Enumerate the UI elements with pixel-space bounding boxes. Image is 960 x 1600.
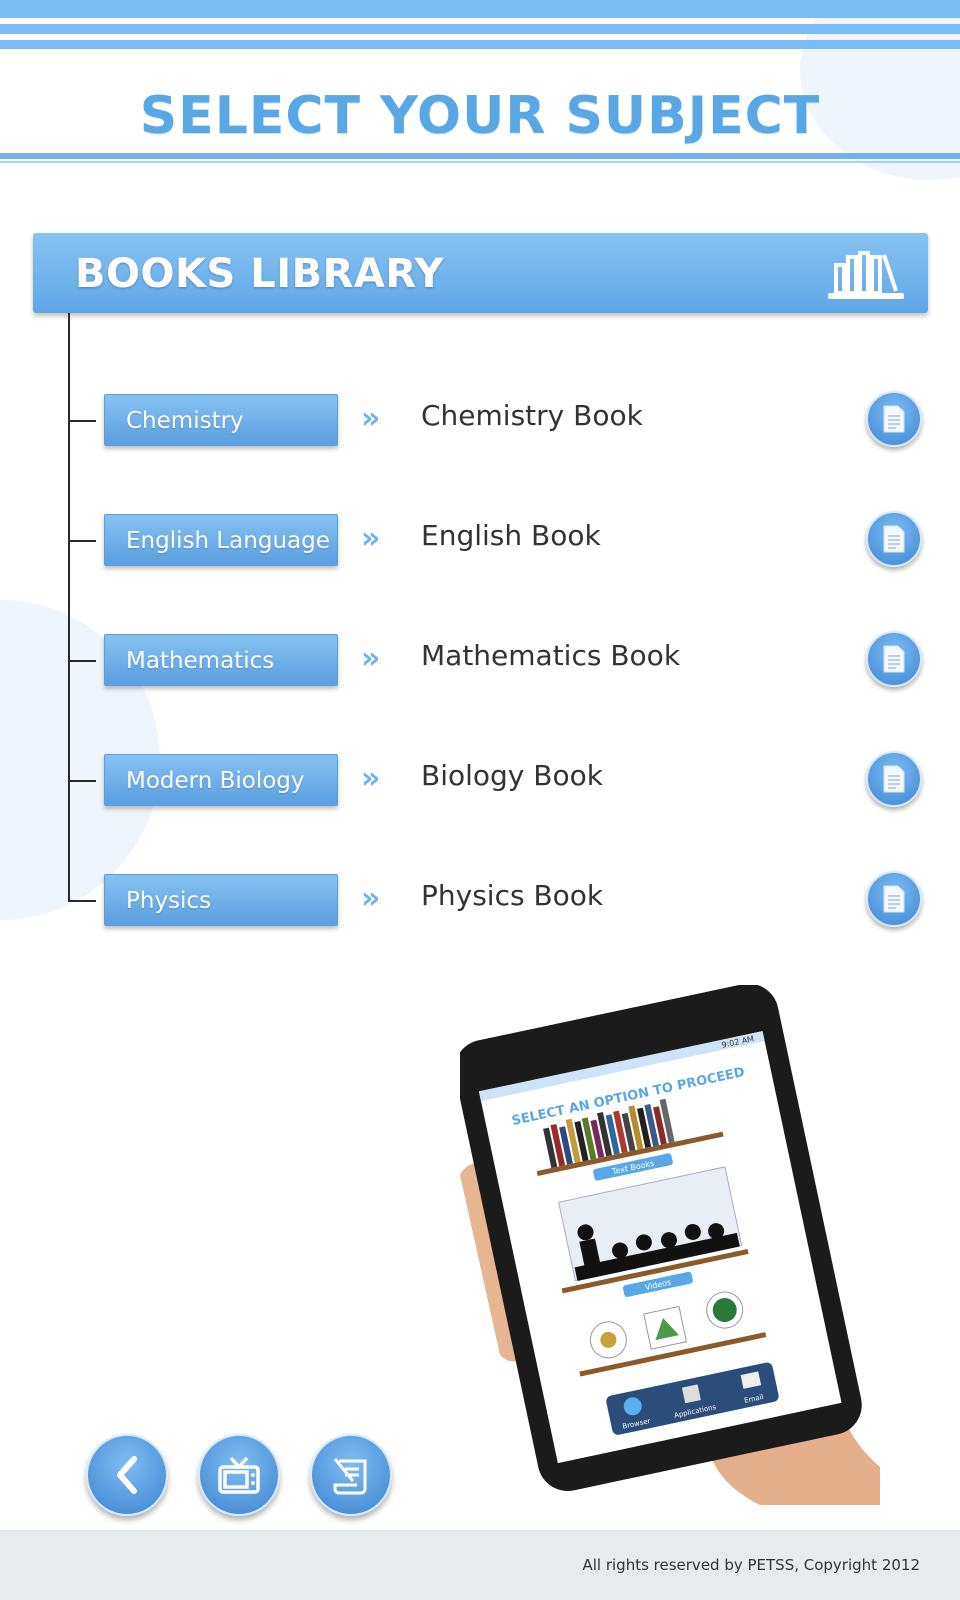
subject-row: Physics » Physics Book [0,871,960,931]
subject-label: Modern Biology [126,768,305,794]
subject-label: Physics [126,888,212,914]
open-book-button-physics[interactable] [866,871,922,927]
subject-button-chemistry[interactable]: Chemistry [104,394,338,446]
double-chevron-icon: » [361,521,381,556]
subject-button-english[interactable]: English Language [104,514,338,566]
open-book-button-english[interactable] [866,511,922,567]
tablet-in-hand-illustration: 9:02 AM SELECT AN OPTION TO PROCEED Text… [460,985,880,1505]
open-book-button-biology[interactable] [866,751,922,807]
books-library-header: BOOKS LIBRARY [33,233,928,313]
book-link-physics[interactable]: Physics Book [421,879,603,912]
bookshelf-icon [828,251,904,299]
double-chevron-icon: » [361,641,381,676]
document-icon [883,765,905,793]
tablet-device: 9:02 AM SELECT AN OPTION TO PROCEED Text… [460,985,862,1491]
book-link-biology[interactable]: Biology Book [421,759,603,792]
chevron-left-icon [117,1456,137,1494]
subject-button-mathematics[interactable]: Mathematics [104,634,338,686]
videos-button[interactable] [198,1434,280,1516]
subject-row: Mathematics » Mathematics Book [0,631,960,691]
books-library-title: BOOKS LIBRARY [75,251,444,297]
title-divider-thin [0,161,960,163]
tv-icon [218,1456,260,1494]
title-divider [0,153,960,159]
tree-branch [68,780,96,782]
tree-branch [68,900,96,902]
subject-label: Mathematics [126,648,275,674]
open-book-button-mathematics[interactable] [866,631,922,687]
top-stripe-2b [0,24,960,34]
document-icon [883,525,905,553]
open-book-button-chemistry[interactable] [866,391,922,447]
document-icon [883,405,905,433]
subject-row: English Language » English Book [0,511,960,571]
page-title: SELECT YOUR SUBJECT [139,86,821,146]
tree-branch [68,540,96,542]
double-chevron-icon: » [361,881,381,916]
subject-label: English Language [126,528,330,554]
document-icon [883,645,905,673]
document-icon [883,885,905,913]
double-chevron-icon: » [361,761,381,796]
subject-button-physics[interactable]: Physics [104,874,338,926]
subject-label: Chemistry [126,408,244,434]
top-stripe-3b [0,40,960,49]
back-button[interactable] [86,1434,168,1516]
book-link-mathematics[interactable]: Mathematics Book [421,639,680,672]
tree-branch [68,660,96,662]
double-chevron-icon: » [361,401,381,436]
subject-button-biology[interactable]: Modern Biology [104,754,338,806]
exam-scroll-icon [333,1458,367,1495]
tree-branch [68,420,96,422]
copyright-text: All rights reserved by PETSS, Copyright … [582,1556,920,1574]
book-link-chemistry[interactable]: Chemistry Book [421,399,643,432]
subject-row: Modern Biology » Biology Book [0,751,960,811]
subject-row: Chemistry » Chemistry Book [0,391,960,451]
top-stripe-1b [0,0,960,18]
book-link-english[interactable]: English Book [421,519,601,552]
exam-button[interactable] [310,1434,392,1516]
footer: All rights reserved by PETSS, Copyright … [0,1530,960,1600]
